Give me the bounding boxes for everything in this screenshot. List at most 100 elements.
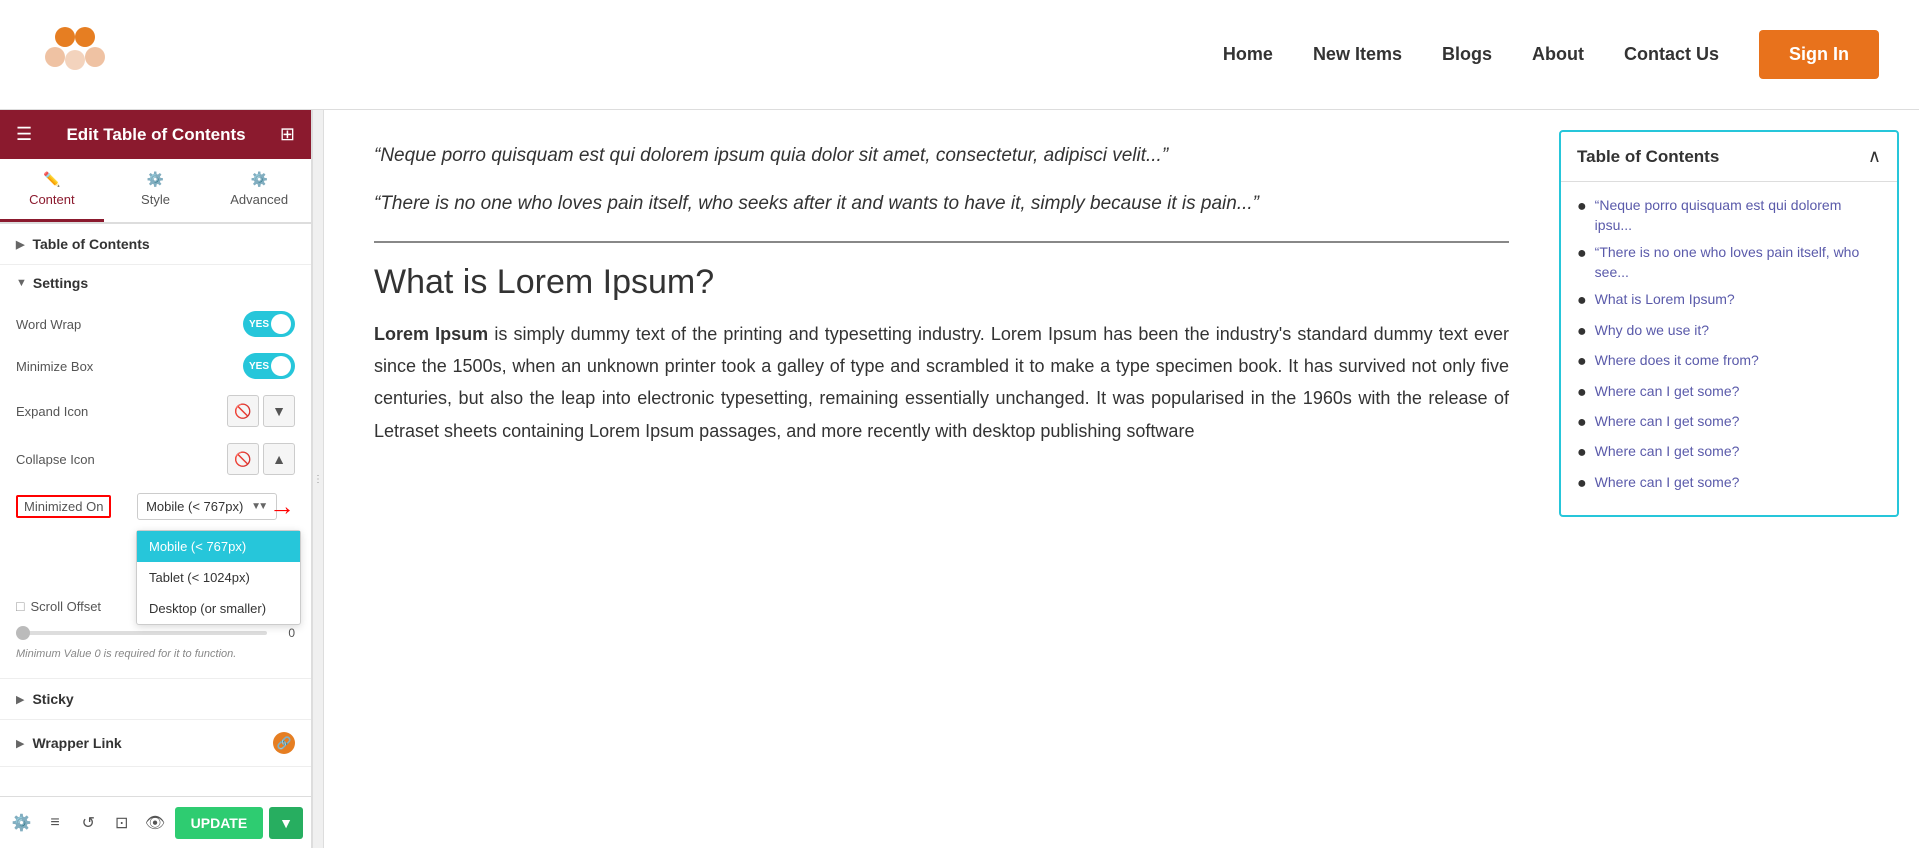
toc-section-header[interactable]: ▶ Table of Contents	[0, 224, 311, 265]
left-panel: ☰ Edit Table of Contents ⊞ ✏️ Content ⚙️…	[0, 110, 312, 848]
wrapper-link-arrow: ▶	[16, 737, 24, 750]
update-arrow-button[interactable]: ▼	[269, 807, 303, 839]
slider-thumb[interactable]	[16, 626, 30, 640]
main-layout: ☰ Edit Table of Contents ⊞ ✏️ Content ⚙️…	[0, 110, 1919, 848]
history-toolbar-icon[interactable]: ↺	[75, 805, 102, 841]
word-wrap-row: Word Wrap YES	[16, 303, 295, 345]
settings-section: ▼ Settings Word Wrap YES Minimize Box YE…	[0, 265, 311, 679]
style-tab-icon: ⚙️	[147, 171, 164, 188]
right-content: “Neque porro quisquam est qui dolorem ip…	[324, 110, 1919, 848]
toc-collapse-icon[interactable]: ∧	[1868, 146, 1881, 167]
expand-icon-label: Expand Icon	[16, 404, 88, 419]
scroll-offset-icon: □	[16, 598, 24, 614]
toggle-knob	[271, 314, 291, 334]
minimize-box-row: Minimize Box YES	[16, 345, 295, 387]
collapse-icon-ban[interactable]: 🚫	[227, 443, 259, 475]
toc-item-8[interactable]: ● Where can I get some?	[1577, 469, 1881, 499]
toc-item-0[interactable]: ● “Neque porro quisquam est qui dolorem …	[1577, 192, 1881, 239]
expand-icon-ban[interactable]: 🚫	[227, 395, 259, 427]
grid-icon[interactable]: ⊞	[280, 124, 295, 145]
toc-bullet-2: ●	[1577, 290, 1587, 312]
expand-icon-selector: 🚫 ▼	[227, 395, 295, 427]
update-button[interactable]: UPDATE	[175, 807, 264, 839]
minimized-on-label: Minimized On	[16, 495, 111, 518]
nav-new-items[interactable]: New Items	[1313, 44, 1402, 65]
collapse-icon-label: Collapse Icon	[16, 452, 95, 467]
minimized-on-row: Minimized On Mobile (< 767px)▼ ▼ → Mobil…	[16, 483, 295, 530]
advanced-tab-label: Advanced	[230, 192, 288, 207]
main-text-area: “Neque porro quisquam est qui dolorem ip…	[324, 110, 1559, 848]
nav-blogs[interactable]: Blogs	[1442, 44, 1492, 65]
toc-item-3[interactable]: ● Why do we use it?	[1577, 317, 1881, 347]
collapse-icon-chevron[interactable]: ▲	[263, 443, 295, 475]
content-heading: What is Lorem Ipsum?	[374, 263, 1509, 302]
toc-bullet-5: ●	[1577, 382, 1587, 404]
slider-track[interactable]	[16, 631, 267, 635]
toc-section-arrow: ▶	[16, 238, 24, 251]
layers-toolbar-icon[interactable]: ≡	[41, 805, 68, 841]
collapse-icon-selector: 🚫 ▲	[227, 443, 295, 475]
slider-value: 0	[275, 626, 295, 640]
wrapper-link-icon: 🔗	[273, 732, 295, 754]
minimized-on-controls: Mobile (< 767px)▼ ▼ →	[137, 491, 295, 522]
slider-row: 0	[16, 622, 295, 644]
toc-widget-header: Table of Contents ∧	[1561, 132, 1897, 182]
settings-title[interactable]: ▼ Settings	[16, 275, 295, 291]
minimize-box-toggle[interactable]: YES	[243, 353, 295, 379]
bottom-toolbar: ⚙️ ≡ ↺ ⊡ 👁 UPDATE ▼	[0, 796, 311, 848]
nav-contact[interactable]: Contact Us	[1624, 44, 1719, 65]
minimize-box-label: Minimize Box	[16, 359, 93, 374]
tab-style[interactable]: ⚙️ Style	[104, 159, 208, 222]
minimized-dropdown-menu[interactable]: Mobile (< 767px) Tablet (< 1024px) Deskt…	[136, 530, 301, 625]
scroll-offset-label: □ Scroll Offset	[16, 598, 101, 614]
panel-title: Edit Table of Contents	[66, 125, 245, 145]
sticky-section[interactable]: ▶ Sticky	[0, 679, 311, 720]
word-wrap-label: Word Wrap	[16, 317, 81, 332]
scroll-offset-text: Scroll Offset	[30, 599, 101, 614]
toc-bullet-4: ●	[1577, 351, 1587, 373]
toc-bullet-1: ●	[1577, 243, 1587, 265]
word-wrap-toggle[interactable]: YES	[243, 311, 295, 337]
sign-in-button[interactable]: Sign In	[1759, 30, 1879, 79]
content-tab-label: Content	[29, 192, 75, 207]
style-tab-label: Style	[141, 192, 170, 207]
resize-handle[interactable]: ⋮	[312, 110, 324, 848]
toc-widget-title: Table of Contents	[1577, 147, 1719, 167]
nav-home[interactable]: Home	[1223, 44, 1273, 65]
toc-item-5[interactable]: ● Where can I get some?	[1577, 378, 1881, 408]
toc-bullet-3: ●	[1577, 321, 1587, 343]
toc-bullet-0: ●	[1577, 196, 1587, 218]
responsive-toolbar-icon[interactable]: ⊡	[108, 805, 135, 841]
logo	[40, 22, 110, 87]
toc-widget: Table of Contents ∧ ● “Neque porro quisq…	[1559, 130, 1899, 517]
toc-item-2[interactable]: ● What is Lorem Ipsum?	[1577, 286, 1881, 316]
settings-arrow: ▼	[16, 277, 27, 289]
dropdown-option-tablet[interactable]: Tablet (< 1024px)	[137, 562, 300, 593]
tab-content[interactable]: ✏️ Content	[0, 159, 104, 222]
toc-bullet-7: ●	[1577, 442, 1587, 464]
wrapper-link-section[interactable]: ▶ Wrapper Link 🔗	[0, 720, 311, 767]
advanced-tab-icon: ⚙️	[250, 171, 267, 188]
dropdown-option-mobile[interactable]: Mobile (< 767px)	[137, 531, 300, 562]
scroll-hint: Minimum Value 0 is required for it to fu…	[16, 644, 295, 668]
toc-item-1[interactable]: ● “There is no one who loves pain itself…	[1577, 239, 1881, 286]
dropdown-option-desktop[interactable]: Desktop (or smaller)	[137, 593, 300, 624]
toc-sidebar: Table of Contents ∧ ● “Neque porro quisq…	[1559, 110, 1919, 848]
content-body-text: is simply dummy text of the printing and…	[374, 324, 1509, 441]
toc-bullet-8: ●	[1577, 473, 1587, 495]
toc-item-6[interactable]: ● Where can I get some?	[1577, 408, 1881, 438]
sticky-arrow: ▶	[16, 693, 24, 706]
tab-advanced[interactable]: ⚙️ Advanced	[207, 159, 311, 222]
eye-toolbar-icon[interactable]: 👁	[141, 805, 168, 841]
toc-item-7[interactable]: ● Where can I get some?	[1577, 438, 1881, 468]
toc-item-4[interactable]: ● Where does it come from?	[1577, 347, 1881, 377]
expand-icon-chevron[interactable]: ▼	[263, 395, 295, 427]
hamburger-icon[interactable]: ☰	[16, 124, 32, 145]
nav-about[interactable]: About	[1532, 44, 1584, 65]
minimized-on-select[interactable]: Mobile (< 767px)▼	[137, 493, 277, 520]
min-toggle-yes-text: YES	[249, 361, 269, 372]
settings-toolbar-icon[interactable]: ⚙️	[8, 805, 35, 841]
red-arrow-icon: →	[269, 491, 295, 522]
sticky-label: Sticky	[32, 691, 73, 707]
panel-body: ▶ Table of Contents ▼ Settings Word Wrap…	[0, 224, 311, 796]
